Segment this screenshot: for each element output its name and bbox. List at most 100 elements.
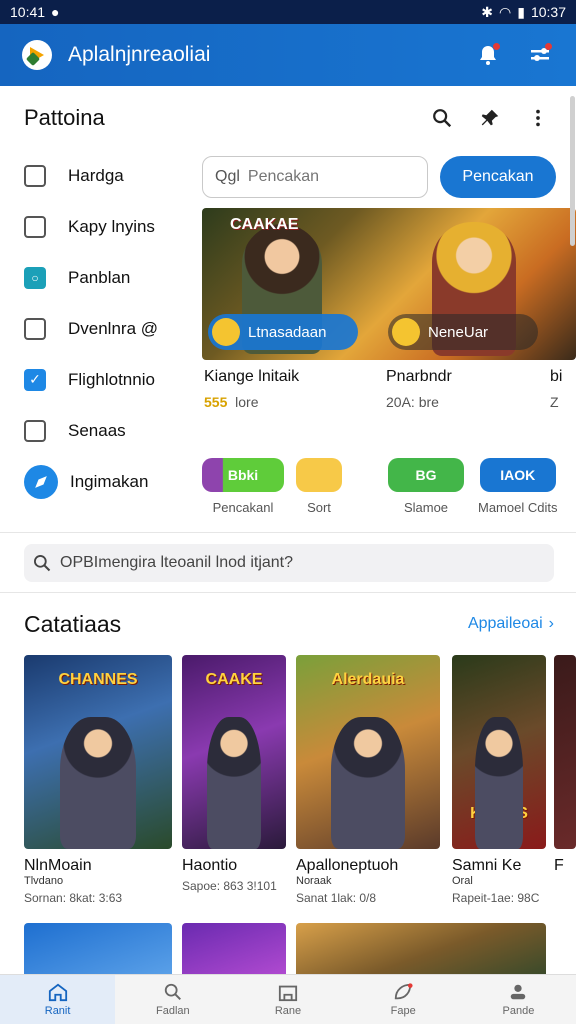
global-search-bar[interactable]: OPBImengira lteoanil lnod itjant?: [24, 544, 554, 582]
chip-item[interactable]: Bbki Pencakanl: [202, 458, 284, 515]
global-search-placeholder: OPBImengira lteoanil lnod itjant?: [60, 554, 294, 571]
sidebar-item-hardga[interactable]: Hardga: [0, 150, 196, 201]
catalog-card-image[interactable]: [296, 923, 546, 975]
catalog-card-image[interactable]: [24, 923, 172, 975]
leaf-icon: [395, 983, 413, 1000]
sidebar-item-senaas[interactable]: Senaas: [0, 405, 196, 456]
sidebar: Hardga Kapy lnyins ○ Panblan Dvenlnra @ …: [0, 150, 196, 507]
nav-label: Rane: [274, 1005, 302, 1017]
featured-cards: Kiange lnitaik 555 lore Pnarbndr 20A: br…: [202, 368, 576, 418]
sidebar-item-dvenlnra[interactable]: Dvenlnra @: [0, 303, 196, 354]
search-person-icon: [164, 983, 181, 1000]
banner-left-pill[interactable]: Ltnasadaan: [208, 314, 358, 350]
filter-badge-dot: [545, 43, 552, 50]
document-icon: [24, 317, 46, 340]
sidebar-item-panblan[interactable]: ○ Panblan: [0, 252, 196, 303]
more-button[interactable]: [524, 104, 552, 132]
status-time: 10:41: [10, 4, 46, 20]
sidebar-item-label: Ingimakan: [70, 471, 149, 491]
nav-label: Ranit: [44, 1005, 71, 1017]
checkbox-icon: ✓: [24, 368, 46, 391]
catalog-card-image: KAMES: [452, 655, 546, 849]
sidebar-item-ingimakan[interactable]: Ingimakan: [0, 456, 196, 507]
sidebar-item-label: Senaas: [68, 420, 126, 440]
nav-label: Fadlan: [155, 1005, 190, 1017]
chip-item[interactable]: BG Slamoe: [388, 458, 464, 515]
section-title: Catatiaas: [24, 610, 122, 637]
featured-card-unit: 20A: bre: [386, 394, 439, 410]
featured-card-unit: Z: [550, 394, 559, 410]
sidebar-item-kapy[interactable]: Kapy lnyins: [0, 201, 196, 252]
search-button[interactable]: [428, 104, 456, 132]
catalog-card-meta: Sornan: 8kat: 3:63: [24, 891, 123, 905]
nav-profile[interactable]: Pande: [461, 975, 576, 1024]
sidebar-item-label: Dvenlnra @: [68, 318, 159, 338]
search-submit-button[interactable]: Pencakan: [440, 156, 556, 198]
nav-label: Fape: [390, 1005, 416, 1017]
character-art: [59, 717, 137, 849]
sidebar-item-flighlotnnio[interactable]: ✓ Flighlotnnio: [0, 354, 196, 405]
nav-fape[interactable]: Fape: [346, 975, 461, 1024]
chip-item[interactable]: Sort: [296, 458, 342, 515]
banner-right-pill[interactable]: NeneUar: [388, 314, 538, 350]
catalog-card-name: F: [554, 857, 564, 874]
catalog-card-sub: Tlvdano: [24, 875, 64, 887]
app-bar: Aplalnjnreaoliai: [0, 24, 576, 86]
catalog-card-meta: Sapoe: 863 3!101: [182, 879, 277, 893]
nav-search[interactable]: Fadlan: [115, 975, 230, 1024]
catalog-card[interactable]: KAMES Samni Ke Oral Rapeit-1ae: 98C: [452, 655, 546, 905]
character-art: [330, 717, 406, 849]
catalog-row-2: [24, 923, 576, 975]
search-icon: [433, 109, 452, 128]
chip-item[interactable]: IAOK Mamoel Cdits: [478, 458, 557, 515]
see-all-label: Appaileoai: [467, 615, 543, 632]
catalog-card[interactable]: CAAKE Haontio Sapoe: 863 3!101: [182, 655, 286, 893]
catalog-list: CHANNES NlnMoain Tlvdano Sornan: 8kat: 3…: [24, 655, 576, 915]
featured-card[interactable]: Pnarbndr 20A: bre: [386, 368, 452, 410]
nav-home[interactable]: Ranit: [0, 975, 116, 1024]
catalog-card-name: Samni Ke: [452, 857, 522, 874]
featured-card[interactable]: Kiange lnitaik 555 lore: [204, 368, 299, 410]
compass-icon: [24, 464, 58, 499]
catalog-card-image: CHANNES: [24, 655, 172, 849]
see-all-link[interactable]: Appaileoai ›: [468, 615, 554, 633]
catalog-card-sub: Noraak: [296, 875, 332, 887]
featured-card-count: 555: [204, 394, 228, 410]
profile-icon: [511, 984, 526, 1000]
search-input[interactable]: [247, 168, 378, 186]
catalog-card-name: NlnMoain: [24, 857, 92, 874]
catalog-card-art-title: CHANNES: [58, 671, 138, 688]
featured-banner[interactable]: CAAKAE Ltnasadaan NeneUar: [202, 208, 576, 360]
character-art: [474, 717, 524, 849]
notification-icon: ●: [51, 4, 60, 20]
featured-card[interactable]: bi Z: [550, 368, 562, 410]
catalog-card-meta: Sanat 1lak: 0/8: [296, 891, 377, 905]
sidebar-item-label: Hardga: [68, 165, 124, 185]
search-icon: [34, 555, 51, 572]
filter-button[interactable]: [526, 41, 554, 69]
catalog-card-name: Haontio: [182, 857, 238, 874]
catalog-header: Catatiaas Appaileoai ›: [24, 606, 554, 642]
search-field[interactable]: Qgl: [202, 156, 428, 198]
chip: IAOK: [479, 458, 556, 492]
catalog-card[interactable]: F: [554, 655, 576, 875]
chip-label: Pencakanl: [212, 500, 274, 515]
nav-label: Pande: [502, 1005, 535, 1017]
app-logo-icon: [22, 40, 52, 70]
notifications-button[interactable]: [474, 41, 502, 69]
app-title: Aplalnjnreaoliai: [68, 43, 211, 66]
nav-store[interactable]: Rane: [230, 975, 345, 1024]
catalog-card-image[interactable]: [182, 923, 286, 975]
catalog-card-meta: Rapeit-1ae: 98C: [452, 891, 540, 905]
chevron-right-icon: ›: [548, 615, 554, 632]
search-prefix: Qgl: [215, 168, 240, 185]
coin-icon: [212, 318, 240, 346]
scrollbar[interactable]: [570, 96, 575, 246]
badge-dot: [493, 43, 500, 50]
catalog-card[interactable]: Alerdauia Apalloneptuoh Noraak Sanat 1la…: [296, 655, 440, 905]
catalog-card[interactable]: CHANNES NlnMoain Tlvdano Sornan: 8kat: 3…: [24, 655, 172, 905]
wifi-icon: ◠: [499, 3, 512, 20]
pin-button[interactable]: [476, 104, 504, 132]
chip-label: Sort: [307, 500, 331, 515]
banner-title: CAAKAE: [230, 216, 299, 233]
